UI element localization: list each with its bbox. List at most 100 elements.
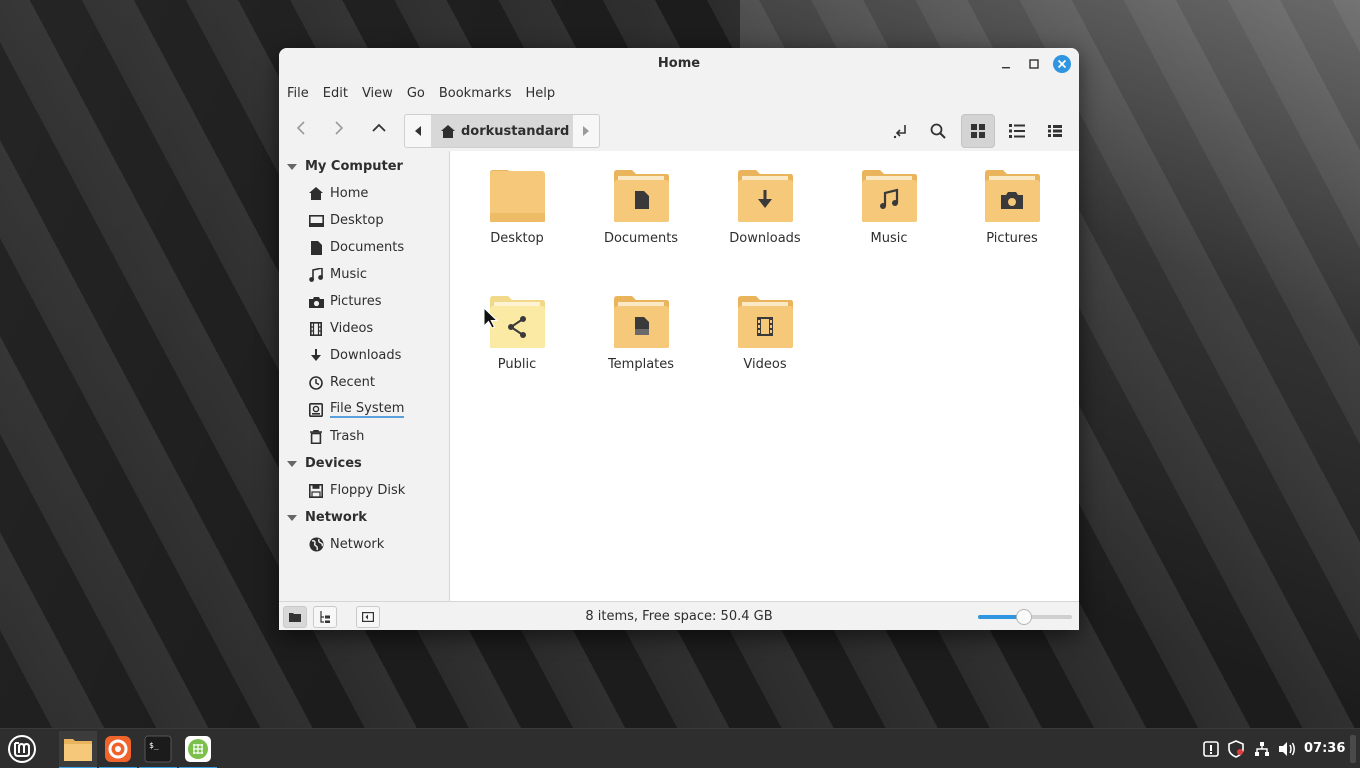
triangle-left-icon [415, 126, 421, 136]
sidebar-item-home[interactable]: Home [279, 180, 449, 207]
menu-help[interactable]: Help [525, 86, 555, 101]
triangle-right-icon [583, 126, 589, 136]
taskbar-files-button[interactable] [59, 731, 97, 768]
taskbar-software-button[interactable] [179, 731, 217, 768]
sidebar-item-downloads[interactable]: Downloads [279, 342, 449, 369]
compact-grid-icon [1048, 125, 1062, 137]
file-name: Videos [743, 357, 787, 372]
globe-icon [308, 537, 324, 553]
sidebar-item-label: Music [330, 267, 367, 282]
sidebar-item-videos[interactable]: Videos [279, 315, 449, 342]
menu-bar: File Edit View Go Bookmarks Help [279, 80, 1079, 106]
folder-icon [64, 739, 92, 761]
minimize-button[interactable] [997, 55, 1015, 73]
drive-icon [308, 402, 324, 418]
folder-item[interactable]: Public [462, 295, 572, 372]
location-toggle-icon [893, 125, 906, 139]
sidebar-section-my-computer[interactable]: My Computer [279, 153, 449, 180]
up-button[interactable] [365, 114, 393, 142]
sidebar-item-floppy-disk[interactable]: Floppy Disk [279, 477, 449, 504]
folder-item[interactable]: Music [834, 169, 944, 246]
folder-downloads-icon [738, 170, 793, 222]
file-name: Documents [603, 231, 679, 246]
forward-button[interactable] [325, 114, 353, 142]
sidebar-item-pictures[interactable]: Pictures [279, 288, 449, 315]
path-crumb-label: dorkustandard [461, 123, 570, 139]
menu-bookmarks[interactable]: Bookmarks [439, 86, 512, 101]
maximize-button[interactable] [1025, 55, 1043, 73]
taskbar-clock[interactable]: 07:36 [1304, 741, 1345, 756]
toolbar: dorkustandard [279, 106, 1079, 150]
list-view-button[interactable] [1000, 114, 1034, 148]
home-icon [308, 186, 324, 202]
close-icon [1057, 59, 1067, 69]
minimize-icon [1002, 67, 1010, 69]
sidebar-item-label: File System [330, 400, 405, 418]
compact-view-button[interactable] [1038, 114, 1072, 148]
sidebar-item-recent[interactable]: Recent [279, 369, 449, 396]
icon-view-button[interactable] [961, 114, 995, 148]
path-crumb-home[interactable]: dorkustandard [431, 115, 573, 147]
volume-icon [1279, 742, 1295, 756]
chevron-left-icon [296, 121, 305, 135]
search-button[interactable] [921, 114, 955, 148]
taskbar-firefox-button[interactable] [99, 731, 137, 768]
folder-item[interactable]: Videos [710, 295, 820, 372]
sidebar-item-music[interactable]: Music [279, 261, 449, 288]
update-shield-icon [1203, 741, 1219, 757]
expander-icon [287, 514, 297, 521]
title-bar[interactable]: Home [279, 48, 1079, 80]
tray-updates-button[interactable] [1201, 739, 1221, 759]
menu-view[interactable]: View [362, 86, 393, 101]
folder-documents-icon [614, 170, 669, 222]
show-desktop-button[interactable] [1350, 735, 1356, 763]
file-name: Public [497, 357, 537, 372]
taskbar-terminal-button[interactable]: $_ [139, 731, 177, 768]
sidebar-item-documents[interactable]: Documents [279, 234, 449, 261]
path-scroll-left-button[interactable] [405, 115, 431, 147]
mint-logo-icon [8, 735, 36, 763]
sidebar-item-label: Trash [330, 429, 365, 444]
sidebar-item-trash[interactable]: Trash [279, 423, 449, 450]
shield-icon [1228, 740, 1244, 758]
floppy-icon [308, 483, 324, 499]
sidebar-item-label: Downloads [330, 348, 402, 363]
folder-icon [490, 170, 545, 222]
section-label: My Computer [305, 159, 403, 174]
folder-item[interactable]: Documents [586, 169, 696, 246]
expander-icon [287, 163, 297, 170]
menu-edit[interactable]: Edit [323, 86, 348, 101]
zoom-slider[interactable] [978, 609, 1072, 625]
folder-item[interactable]: Downloads [710, 169, 820, 246]
sidebar-item-desktop[interactable]: Desktop [279, 207, 449, 234]
back-button[interactable] [287, 114, 315, 142]
path-scroll-right-button[interactable] [573, 115, 599, 147]
chevron-up-icon [372, 123, 386, 132]
folder-item[interactable]: Pictures [957, 169, 1067, 246]
file-view[interactable]: Desktop Documents Downloads Music Pictur… [450, 151, 1079, 601]
grid-icon [971, 124, 985, 138]
expander-icon [287, 460, 297, 467]
search-icon [930, 123, 946, 139]
sidebar-item-network[interactable]: Network [279, 531, 449, 558]
menu-button[interactable] [4, 731, 40, 767]
tray-security-button[interactable] [1226, 739, 1246, 759]
sidebar-item-label: Network [330, 537, 385, 552]
folder-item[interactable]: Desktop [462, 169, 572, 246]
toggle-location-button[interactable] [884, 114, 918, 148]
chevron-right-icon [335, 121, 344, 135]
file-name: Music [870, 231, 908, 246]
zoom-slider-handle[interactable] [1016, 609, 1032, 625]
folder-templates-icon [614, 296, 669, 348]
tray-network-button[interactable] [1252, 739, 1272, 759]
menu-file[interactable]: File [287, 86, 309, 101]
sidebar-item-file-system[interactable]: File System [279, 396, 449, 423]
close-button[interactable] [1053, 55, 1071, 73]
folder-item[interactable]: Templates [586, 295, 696, 372]
app-grid-icon [185, 736, 211, 762]
sidebar-section-devices[interactable]: Devices [279, 450, 449, 477]
tray-volume-button[interactable] [1277, 739, 1297, 759]
menu-go[interactable]: Go [407, 86, 425, 101]
sidebar-item-label: Videos [330, 321, 374, 336]
sidebar-section-network[interactable]: Network [279, 504, 449, 531]
